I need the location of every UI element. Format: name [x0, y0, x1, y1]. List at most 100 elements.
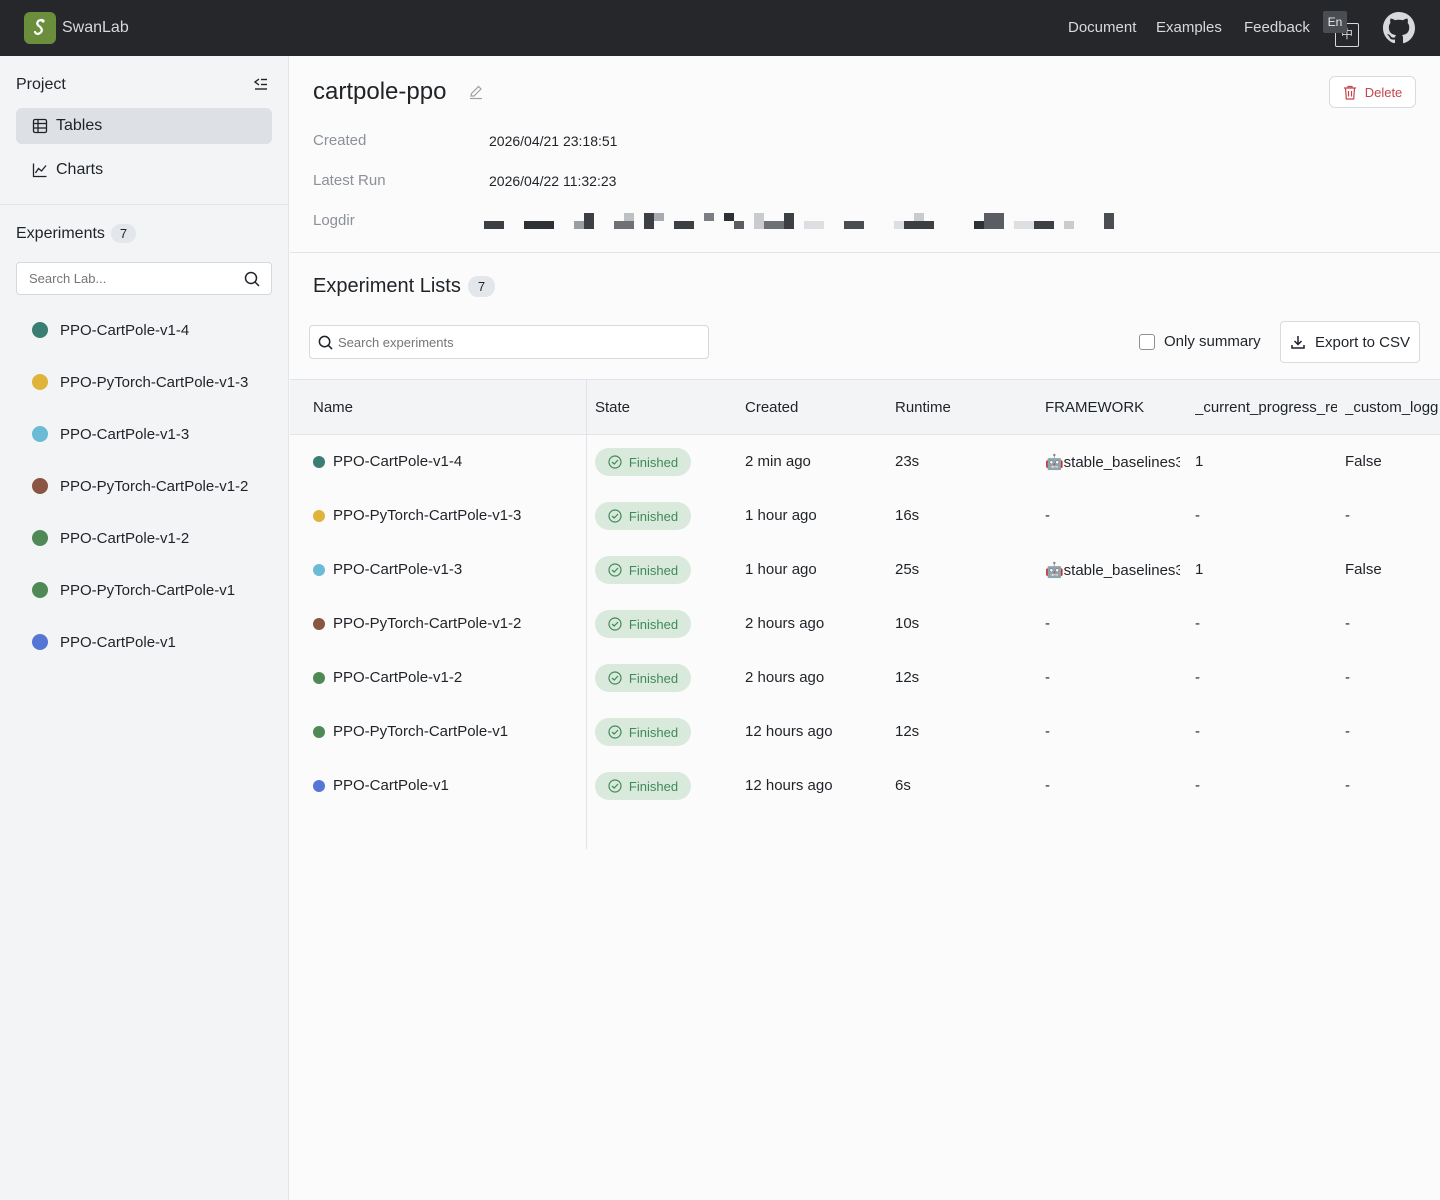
- nav-examples-link[interactable]: Examples: [1156, 19, 1222, 36]
- sidebar-search: [16, 262, 272, 295]
- cell-framework: -: [1045, 777, 1050, 794]
- status-badge: Finished: [595, 772, 691, 800]
- nav-document-link[interactable]: Document: [1068, 19, 1136, 36]
- export-csv-button[interactable]: Export to CSV: [1280, 321, 1420, 363]
- column-header-framework[interactable]: FRAMEWORK: [1045, 399, 1144, 416]
- color-dot: [313, 671, 325, 684]
- cell-custom-logger: False: [1345, 561, 1382, 578]
- column-header-custom-logger[interactable]: _custom_logg: [1345, 399, 1440, 416]
- cell-name[interactable]: PPO-CartPole-v1: [313, 777, 449, 794]
- status-label: Finished: [628, 724, 679, 740]
- table-row[interactable]: PPO-CartPole-v1-2 Finished 2 hours ago 1…: [290, 651, 1440, 705]
- experiment-search: [309, 325, 709, 359]
- cell-framework: 🤖stable_baselines3: [1045, 562, 1180, 579]
- color-dot: [313, 563, 325, 576]
- status-label: Finished: [628, 454, 679, 470]
- column-header-name[interactable]: Name: [313, 399, 353, 416]
- download-icon: [1291, 336, 1305, 349]
- only-summary-toggle[interactable]: Only summary: [1139, 333, 1261, 350]
- table-row[interactable]: PPO-CartPole-v1-4 Finished 2 min ago 23s…: [290, 435, 1440, 489]
- list-item[interactable]: PPO-CartPole-v1: [32, 630, 272, 654]
- cell-name[interactable]: PPO-CartPole-v1-3: [313, 561, 462, 578]
- cell-custom-logger: -: [1345, 669, 1350, 686]
- status-label: Finished: [628, 508, 679, 524]
- cell-name[interactable]: PPO-CartPole-v1-4: [313, 453, 462, 470]
- color-dot: [32, 582, 48, 598]
- status-badge: Finished: [595, 718, 691, 746]
- sidebar-search-input[interactable]: [17, 263, 227, 294]
- status-label: Finished: [628, 670, 679, 686]
- cell-framework: -: [1045, 615, 1050, 632]
- only-summary-checkbox[interactable]: [1139, 333, 1155, 350]
- status-badge: Finished: [595, 448, 691, 476]
- experiment-name: PPO-CartPole-v1-4: [333, 453, 463, 470]
- cell-name[interactable]: PPO-PyTorch-CartPole-v1-3: [313, 507, 521, 524]
- project-label: Project: [16, 76, 66, 93]
- cell-runtime: 25s: [895, 561, 920, 578]
- status-label: Finished: [628, 616, 679, 632]
- experiment-lists-header: Experiment Lists 7: [313, 275, 496, 298]
- delete-button[interactable]: Delete: [1329, 76, 1416, 108]
- list-item[interactable]: PPO-PyTorch-CartPole-v1: [32, 578, 272, 602]
- check-circle-icon: [608, 563, 622, 577]
- sidebar-item-charts[interactable]: Charts: [16, 152, 272, 188]
- check-circle-icon: [608, 455, 622, 469]
- cell-framework: 🤖stable_baselines3: [1045, 454, 1180, 471]
- experiment-lists-count-badge: 7: [467, 276, 496, 297]
- table-row[interactable]: PPO-CartPole-v1-3 Finished 1 hour ago 25…: [290, 543, 1440, 597]
- cell-current-progress: -: [1195, 669, 1200, 686]
- column-header-runtime[interactable]: Runtime: [895, 399, 951, 416]
- experiment-name: PPO-PyTorch-CartPole-v1-3: [333, 507, 522, 524]
- check-circle-icon: [608, 779, 622, 793]
- color-dot: [32, 322, 48, 338]
- created-label: Created: [313, 132, 367, 149]
- cell-runtime: 12s: [895, 723, 920, 740]
- color-dot: [313, 725, 325, 738]
- cell-runtime: 6s: [895, 777, 911, 794]
- column-header-created[interactable]: Created: [745, 399, 798, 416]
- experiment-name: PPO-PyTorch-CartPole-v1: [60, 581, 236, 599]
- column-header-current-progress[interactable]: _current_progress_re: [1195, 399, 1337, 416]
- cell-custom-logger: False: [1345, 453, 1382, 470]
- list-item[interactable]: PPO-PyTorch-CartPole-v1-2: [32, 474, 272, 498]
- color-dot: [313, 617, 325, 630]
- cell-name[interactable]: PPO-PyTorch-CartPole-v1: [313, 723, 508, 740]
- main-content: cartpole-ppo Delete Created 2026/04/21 2…: [290, 56, 1440, 1200]
- list-item[interactable]: PPO-CartPole-v1-4: [32, 318, 272, 342]
- experiment-search-input[interactable]: [338, 326, 698, 358]
- sidebar-item-tables[interactable]: Tables: [16, 108, 272, 144]
- experiment-name: PPO-PyTorch-CartPole-v1-2: [333, 615, 522, 632]
- lang-en-glyph: En: [1323, 11, 1347, 33]
- section-divider: [290, 252, 1440, 253]
- cell-custom-logger: -: [1345, 723, 1350, 740]
- cell-name[interactable]: PPO-CartPole-v1-2: [313, 669, 462, 686]
- nav-feedback-link[interactable]: Feedback: [1244, 19, 1310, 36]
- search-icon[interactable]: [244, 271, 260, 287]
- color-dot: [32, 374, 48, 390]
- cell-created: 12 hours ago: [745, 723, 833, 740]
- experiments-count-badge: 7: [110, 224, 137, 243]
- table-row[interactable]: PPO-PyTorch-CartPole-v1-2 Finished 2 hou…: [290, 597, 1440, 651]
- column-header-state[interactable]: State: [595, 399, 630, 416]
- table-row[interactable]: PPO-PyTorch-CartPole-v1 Finished 12 hour…: [290, 705, 1440, 759]
- edit-icon[interactable]: [468, 84, 484, 100]
- chart-icon: [32, 162, 48, 178]
- list-item[interactable]: PPO-CartPole-v1-3: [32, 422, 272, 446]
- cell-current-progress: 1: [1195, 453, 1204, 470]
- cell-created: 2 min ago: [745, 453, 811, 470]
- table-row[interactable]: PPO-CartPole-v1 Finished 12 hours ago 6s…: [290, 759, 1440, 813]
- brand[interactable]: SwanLab: [24, 12, 129, 44]
- collapse-sidebar-icon[interactable]: [252, 76, 268, 92]
- table-row[interactable]: PPO-PyTorch-CartPole-v1-3 Finished 1 hou…: [290, 489, 1440, 543]
- experiments-header: Experiments 7: [16, 224, 137, 243]
- color-dot: [32, 426, 48, 442]
- created-value: 2026/04/21 23:18:51: [489, 133, 618, 149]
- list-item[interactable]: PPO-CartPole-v1-2: [32, 526, 272, 550]
- swanlab-logo-icon: [24, 12, 56, 44]
- language-switch-icon[interactable]: 中 En: [1323, 11, 1359, 47]
- experiment-name: PPO-CartPole-v1-2: [60, 529, 190, 547]
- cell-name[interactable]: PPO-PyTorch-CartPole-v1-2: [313, 615, 521, 632]
- github-icon[interactable]: [1383, 12, 1415, 44]
- list-item[interactable]: PPO-PyTorch-CartPole-v1-3: [32, 370, 272, 394]
- top-bar: SwanLab Document Examples Feedback 中 En: [0, 0, 1440, 56]
